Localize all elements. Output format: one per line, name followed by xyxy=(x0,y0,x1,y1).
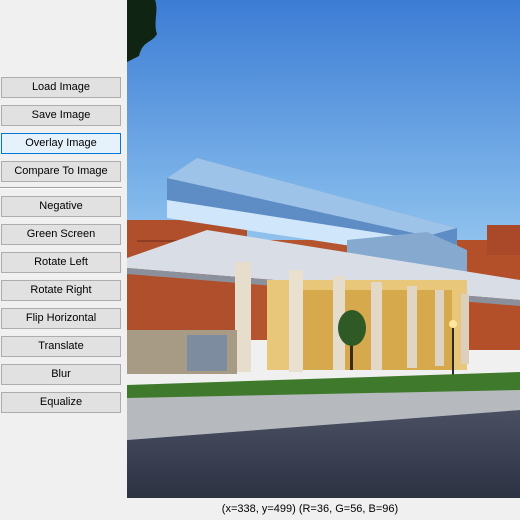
status-bar: (x=338, y=499) (R=36, G=56, B=96) xyxy=(221,503,399,515)
building-photo xyxy=(127,0,520,498)
save-image-button[interactable]: Save Image xyxy=(1,105,121,126)
compare-to-image-button[interactable]: Compare To Image xyxy=(1,161,121,182)
toolbar-panel: Load Image Save Image Overlay Image Comp… xyxy=(0,0,127,498)
translate-button[interactable]: Translate xyxy=(1,336,121,357)
image-canvas[interactable] xyxy=(127,0,520,498)
rotate-right-button[interactable]: Rotate Right xyxy=(1,280,121,301)
green-screen-button[interactable]: Green Screen xyxy=(1,224,121,245)
blur-button[interactable]: Blur xyxy=(1,364,121,385)
flip-horizontal-button[interactable]: Flip Horizontal xyxy=(1,308,121,329)
rotate-left-button[interactable]: Rotate Left xyxy=(1,252,121,273)
overlay-image-button[interactable]: Overlay Image xyxy=(1,133,121,154)
negative-button[interactable]: Negative xyxy=(1,196,121,217)
toolbar-separator xyxy=(0,187,122,189)
load-image-button[interactable]: Load Image xyxy=(1,77,121,98)
equalize-button[interactable]: Equalize xyxy=(1,392,121,413)
